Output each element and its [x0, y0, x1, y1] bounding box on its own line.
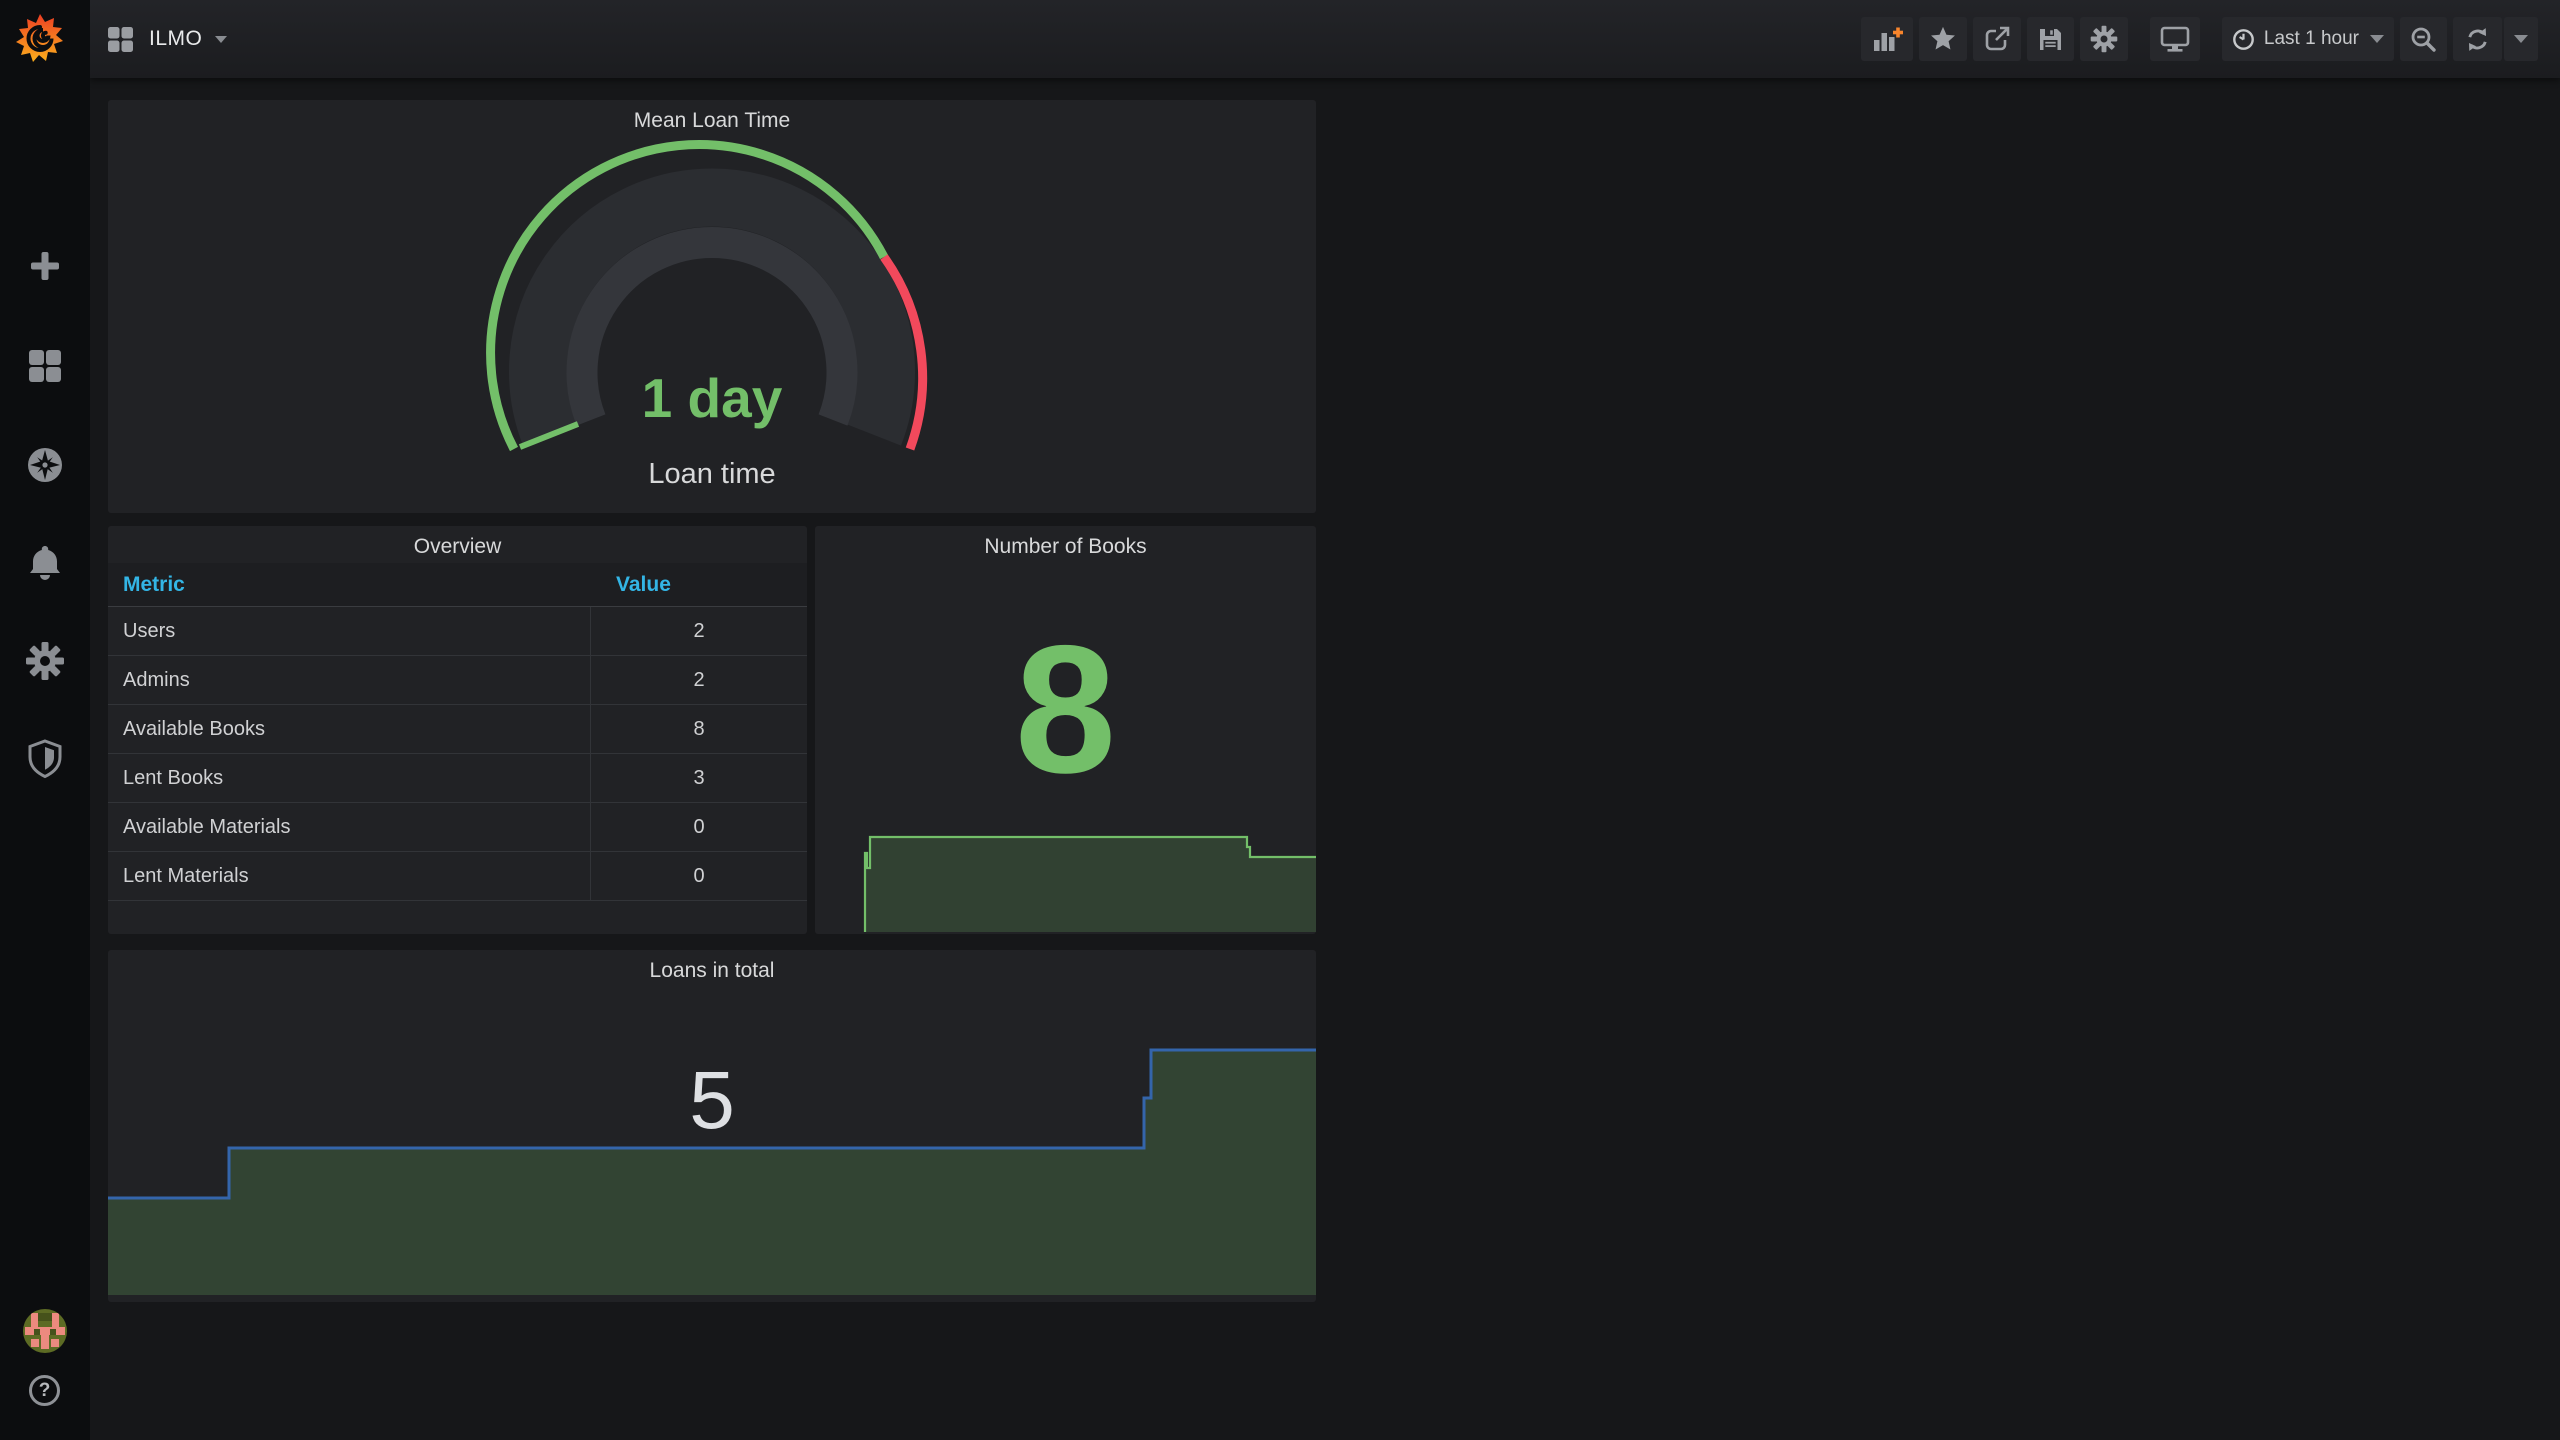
value-cell: 2 — [590, 656, 807, 704]
metric-cell: Lent Books — [123, 766, 224, 789]
table-row: Lent Books 3 — [108, 754, 807, 803]
compass-icon — [28, 448, 62, 482]
panel-number-of-books: Number of Books 8 — [815, 526, 1316, 934]
metric-cell: Available Materials — [123, 815, 291, 838]
dashboard-title[interactable]: ILMO — [149, 27, 202, 51]
magnifier-minus-icon — [2411, 27, 2436, 52]
user-avatar[interactable] — [23, 1309, 67, 1353]
gauge-value-text: 1 day — [641, 367, 783, 429]
gear-icon — [2090, 25, 2118, 53]
panel-title[interactable]: Number of Books — [815, 535, 1316, 559]
add-panel-button[interactable] — [1860, 17, 1913, 61]
cycle-view-mode-button[interactable] — [2149, 17, 2200, 61]
table-row: Users 2 — [108, 607, 807, 656]
sidebar-create-button[interactable] — [0, 230, 90, 302]
help-button[interactable]: ? — [29, 1375, 60, 1406]
column-header-value[interactable]: Value — [590, 573, 671, 597]
refresh-interval-dropdown[interactable] — [2504, 17, 2538, 61]
metric-cell: Admins — [123, 668, 190, 691]
time-range-label: Last 1 hour — [2263, 28, 2359, 49]
value-cell: 0 — [590, 852, 807, 900]
metric-cell: Lent Materials — [123, 864, 249, 887]
star-icon — [1930, 26, 1955, 50]
tv-monitor-icon — [2160, 26, 2190, 52]
time-range-picker[interactable]: Last 1 hour — [2221, 17, 2394, 61]
panel-mean-loan-time: Mean Loan Time 1 day Loan time — [108, 100, 1316, 513]
panel-title[interactable]: Overview — [108, 535, 807, 559]
table-header-row: Metric Value — [108, 563, 807, 607]
grafana-dashboard: ? ILMO Last 1 hour Mean Loan Time 1 day … — [0, 0, 2560, 1440]
panel-title[interactable]: Mean Loan Time — [108, 109, 1316, 133]
books-sparkline-fill — [865, 837, 1316, 932]
loan-time-gauge — [486, 140, 928, 452]
panel-loans-in-total: Loans in total 5 — [108, 950, 1316, 1302]
share-icon — [1985, 26, 2010, 51]
save-dashboard-button[interactable] — [2026, 17, 2074, 61]
bell-icon — [30, 546, 60, 580]
value-cell: 2 — [590, 607, 807, 655]
table-row: Admins 2 — [108, 656, 807, 705]
metric-cell: Available Books — [123, 717, 265, 740]
zoom-out-time-button[interactable] — [2400, 17, 2447, 61]
question-mark-icon: ? — [38, 1379, 51, 1401]
loans-stat-value: 5 — [689, 1055, 735, 1146]
column-header-metric[interactable]: Metric — [108, 573, 590, 597]
sidebar-dashboards-button[interactable] — [0, 330, 90, 402]
plus-icon — [31, 252, 59, 280]
books-stat-value: 8 — [1014, 607, 1117, 811]
save-icon — [2039, 28, 2061, 50]
sidebar-alerting-button[interactable] — [0, 527, 90, 599]
refresh-caret-icon — [2514, 35, 2528, 43]
panel-title[interactable]: Loans in total — [108, 959, 1316, 983]
add-panel-icon — [1873, 27, 1903, 51]
table-row: Lent Materials 0 — [108, 852, 807, 901]
sidebar-server-admin-button[interactable] — [0, 723, 90, 795]
refresh-button-group — [2453, 17, 2538, 61]
top-navbar: ILMO Last 1 hour — [90, 0, 2560, 78]
dashboards-grid-icon — [29, 350, 61, 382]
share-dashboard-button[interactable] — [1972, 17, 2021, 61]
grafana-logo-icon[interactable] — [12, 10, 68, 68]
clock-icon — [2233, 28, 2254, 50]
gear-icon — [26, 642, 64, 680]
navbar-actions: Last 1 hour — [1860, 17, 2538, 61]
metric-cell: Users — [123, 619, 176, 642]
sidebar-explore-button[interactable] — [0, 429, 90, 501]
refresh-dashboard-button[interactable] — [2453, 17, 2502, 61]
title-caret-icon — [215, 35, 228, 43]
value-cell: 8 — [590, 705, 807, 753]
dashboard-title-group[interactable]: ILMO — [107, 26, 228, 53]
table-row: Available Materials 0 — [108, 803, 807, 852]
sidebar-configuration-button[interactable] — [0, 625, 90, 697]
shield-icon — [28, 739, 62, 779]
sidebar: ? — [0, 0, 90, 1440]
value-cell: 0 — [590, 803, 807, 851]
dashboard-grid-icon — [108, 26, 133, 52]
dashboard-settings-button[interactable] — [2079, 17, 2128, 61]
star-dashboard-button[interactable] — [1918, 17, 1967, 61]
time-caret-icon — [2370, 35, 2384, 43]
panel-overview: Overview Metric Value Users 2 Admins 2 A… — [108, 526, 807, 934]
value-cell: 3 — [590, 754, 807, 802]
refresh-icon — [2468, 27, 2487, 51]
table-body: Users 2 Admins 2 Available Books 8 Lent … — [108, 607, 807, 901]
gauge-value-label: Loan time — [648, 458, 776, 490]
table-row: Available Books 8 — [108, 705, 807, 754]
